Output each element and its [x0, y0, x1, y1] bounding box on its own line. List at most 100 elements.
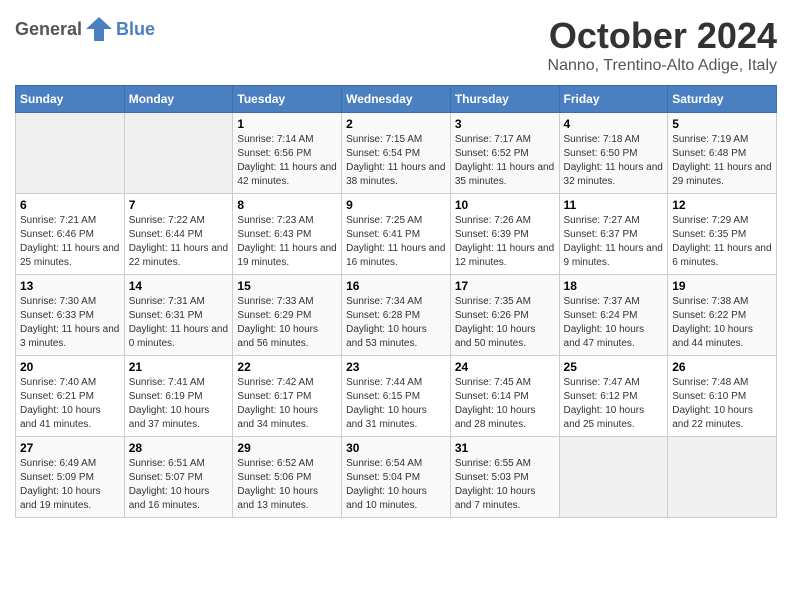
day-number: 12 [672, 198, 772, 212]
calendar-cell: 14 Sunrise: 7:31 AMSunset: 6:31 PMDayligh… [124, 275, 233, 356]
day-info: Sunrise: 7:23 AMSunset: 6:43 PMDaylight:… [237, 214, 337, 270]
day-number: 14 [129, 279, 229, 293]
day-info: Sunrise: 6:49 AMSunset: 5:09 PMDaylight:… [20, 457, 120, 513]
calendar-cell [668, 437, 777, 518]
page-header: General Blue October 2024 Nanno, Trentin… [15, 15, 777, 75]
calendar-cell: 13 Sunrise: 7:30 AMSunset: 6:33 PMDayligh… [16, 275, 125, 356]
day-number: 7 [129, 198, 229, 212]
day-info: Sunrise: 7:37 AMSunset: 6:24 PMDaylight:… [564, 295, 664, 351]
day-info: Sunrise: 7:25 AMSunset: 6:41 PMDaylight:… [346, 214, 446, 270]
day-number: 30 [346, 441, 446, 455]
day-info: Sunrise: 7:44 AMSunset: 6:15 PMDaylight:… [346, 376, 446, 432]
day-number: 3 [455, 117, 555, 131]
calendar-cell: 3 Sunrise: 7:17 AMSunset: 6:52 PMDaylight… [450, 113, 559, 194]
day-number: 16 [346, 279, 446, 293]
calendar-cell: 21Sunrise: 7:41 AMSunset: 6:19 PMDayligh… [124, 356, 233, 437]
calendar-cell [559, 437, 668, 518]
day-number: 6 [20, 198, 120, 212]
month-title: October 2024 [548, 15, 777, 57]
calendar-cell [16, 113, 125, 194]
day-number: 4 [564, 117, 664, 131]
calendar-cell: 8 Sunrise: 7:23 AMSunset: 6:43 PMDaylight… [233, 194, 342, 275]
location-title: Nanno, Trentino-Alto Adige, Italy [548, 57, 777, 75]
day-number: 19 [672, 279, 772, 293]
calendar-cell: 28Sunrise: 6:51 AMSunset: 5:07 PMDayligh… [124, 437, 233, 518]
day-of-week-header: Tuesday [233, 86, 342, 113]
logo-general: General [15, 19, 82, 40]
day-info: Sunrise: 7:45 AMSunset: 6:14 PMDaylight:… [455, 376, 555, 432]
day-info: Sunrise: 7:42 AMSunset: 6:17 PMDaylight:… [237, 376, 337, 432]
day-number: 9 [346, 198, 446, 212]
calendar-cell: 26 Sunrise: 7:48 AMSunset: 6:10 PMDayligh… [668, 356, 777, 437]
calendar-cell: 18 Sunrise: 7:37 AMSunset: 6:24 PMDayligh… [559, 275, 668, 356]
day-of-week-header: Friday [559, 86, 668, 113]
day-of-week-header: Monday [124, 86, 233, 113]
day-info: Sunrise: 6:54 AMSunset: 5:04 PMDaylight:… [346, 457, 446, 513]
day-number: 18 [564, 279, 664, 293]
day-info: Sunrise: 7:47 AMSunset: 6:12 PMDaylight:… [564, 376, 664, 432]
day-number: 26 [672, 360, 772, 374]
logo-blue: Blue [116, 19, 155, 39]
calendar-cell: 16 Sunrise: 7:34 AMSunset: 6:28 PMDayligh… [342, 275, 451, 356]
calendar-cell: 11 Sunrise: 7:27 AMSunset: 6:37 PMDayligh… [559, 194, 668, 275]
day-info: Sunrise: 7:22 AMSunset: 6:44 PMDaylight:… [129, 214, 229, 270]
day-info: Sunrise: 7:33 AMSunset: 6:29 PMDaylight:… [237, 295, 337, 351]
day-info: Sunrise: 7:35 AMSunset: 6:26 PMDaylight:… [455, 295, 555, 351]
day-of-week-header: Wednesday [342, 86, 451, 113]
day-number: 31 [455, 441, 555, 455]
day-info: Sunrise: 7:29 AMSunset: 6:35 PMDaylight:… [672, 214, 772, 270]
calendar-cell: 25Sunrise: 7:47 AMSunset: 6:12 PMDayligh… [559, 356, 668, 437]
day-info: Sunrise: 7:27 AMSunset: 6:37 PMDaylight:… [564, 214, 664, 270]
day-number: 27 [20, 441, 120, 455]
calendar-cell: 17 Sunrise: 7:35 AMSunset: 6:26 PMDayligh… [450, 275, 559, 356]
calendar-cell: 12 Sunrise: 7:29 AMSunset: 6:35 PMDayligh… [668, 194, 777, 275]
logo: General Blue [15, 15, 155, 43]
calendar-cell: 1Sunrise: 7:14 AMSunset: 6:56 PMDaylight… [233, 113, 342, 194]
day-info: Sunrise: 7:48 AMSunset: 6:10 PMDaylight:… [672, 376, 772, 432]
day-number: 10 [455, 198, 555, 212]
calendar-cell: 31 Sunrise: 6:55 AMSunset: 5:03 PMDayligh… [450, 437, 559, 518]
day-info: Sunrise: 7:40 AMSunset: 6:21 PMDaylight:… [20, 376, 120, 432]
calendar-cell: 19 Sunrise: 7:38 AMSunset: 6:22 PMDayligh… [668, 275, 777, 356]
day-info: Sunrise: 7:21 AMSunset: 6:46 PMDaylight:… [20, 214, 120, 270]
calendar-cell: 10 Sunrise: 7:26 AMSunset: 6:39 PMDayligh… [450, 194, 559, 275]
calendar-cell: 5 Sunrise: 7:19 AMSunset: 6:48 PMDaylight… [668, 113, 777, 194]
day-number: 21 [129, 360, 229, 374]
day-number: 11 [564, 198, 664, 212]
calendar-cell: 27 Sunrise: 6:49 AMSunset: 5:09 PMDayligh… [16, 437, 125, 518]
day-info: Sunrise: 7:14 AMSunset: 6:56 PMDaylight:… [237, 133, 337, 189]
calendar-cell: 30 Sunrise: 6:54 AMSunset: 5:04 PMDayligh… [342, 437, 451, 518]
day-number: 22 [237, 360, 337, 374]
day-info: Sunrise: 6:55 AMSunset: 5:03 PMDaylight:… [455, 457, 555, 513]
calendar-table: SundayMondayTuesdayWednesdayThursdayFrid… [15, 85, 777, 518]
calendar-cell [124, 113, 233, 194]
day-number: 8 [237, 198, 337, 212]
day-info: Sunrise: 6:52 AMSunset: 5:06 PMDaylight:… [237, 457, 337, 513]
day-number: 20 [20, 360, 120, 374]
day-info: Sunrise: 7:30 AMSunset: 6:33 PMDaylight:… [20, 295, 120, 351]
calendar-cell: 9 Sunrise: 7:25 AMSunset: 6:41 PMDaylight… [342, 194, 451, 275]
day-number: 17 [455, 279, 555, 293]
day-of-week-header: Thursday [450, 86, 559, 113]
day-info: Sunrise: 7:34 AMSunset: 6:28 PMDaylight:… [346, 295, 446, 351]
logo-icon [84, 15, 114, 43]
day-info: Sunrise: 7:17 AMSunset: 6:52 PMDaylight:… [455, 133, 555, 189]
day-number: 5 [672, 117, 772, 131]
day-info: Sunrise: 7:26 AMSunset: 6:39 PMDaylight:… [455, 214, 555, 270]
day-info: Sunrise: 7:38 AMSunset: 6:22 PMDaylight:… [672, 295, 772, 351]
calendar-cell: 2Sunrise: 7:15 AMSunset: 6:54 PMDaylight… [342, 113, 451, 194]
day-info: Sunrise: 7:18 AMSunset: 6:50 PMDaylight:… [564, 133, 664, 189]
day-number: 13 [20, 279, 120, 293]
calendar-cell: 24Sunrise: 7:45 AMSunset: 6:14 PMDayligh… [450, 356, 559, 437]
day-info: Sunrise: 7:19 AMSunset: 6:48 PMDaylight:… [672, 133, 772, 189]
calendar-cell: 20 Sunrise: 7:40 AMSunset: 6:21 PMDayligh… [16, 356, 125, 437]
calendar-cell: 23 Sunrise: 7:44 AMSunset: 6:15 PMDayligh… [342, 356, 451, 437]
day-info: Sunrise: 7:31 AMSunset: 6:31 PMDaylight:… [129, 295, 229, 351]
day-number: 23 [346, 360, 446, 374]
day-info: Sunrise: 6:51 AMSunset: 5:07 PMDaylight:… [129, 457, 229, 513]
day-of-week-header: Sunday [16, 86, 125, 113]
calendar-cell: 7 Sunrise: 7:22 AMSunset: 6:44 PMDaylight… [124, 194, 233, 275]
day-number: 15 [237, 279, 337, 293]
calendar-cell: 15 Sunrise: 7:33 AMSunset: 6:29 PMDayligh… [233, 275, 342, 356]
day-info: Sunrise: 7:15 AMSunset: 6:54 PMDaylight:… [346, 133, 446, 189]
